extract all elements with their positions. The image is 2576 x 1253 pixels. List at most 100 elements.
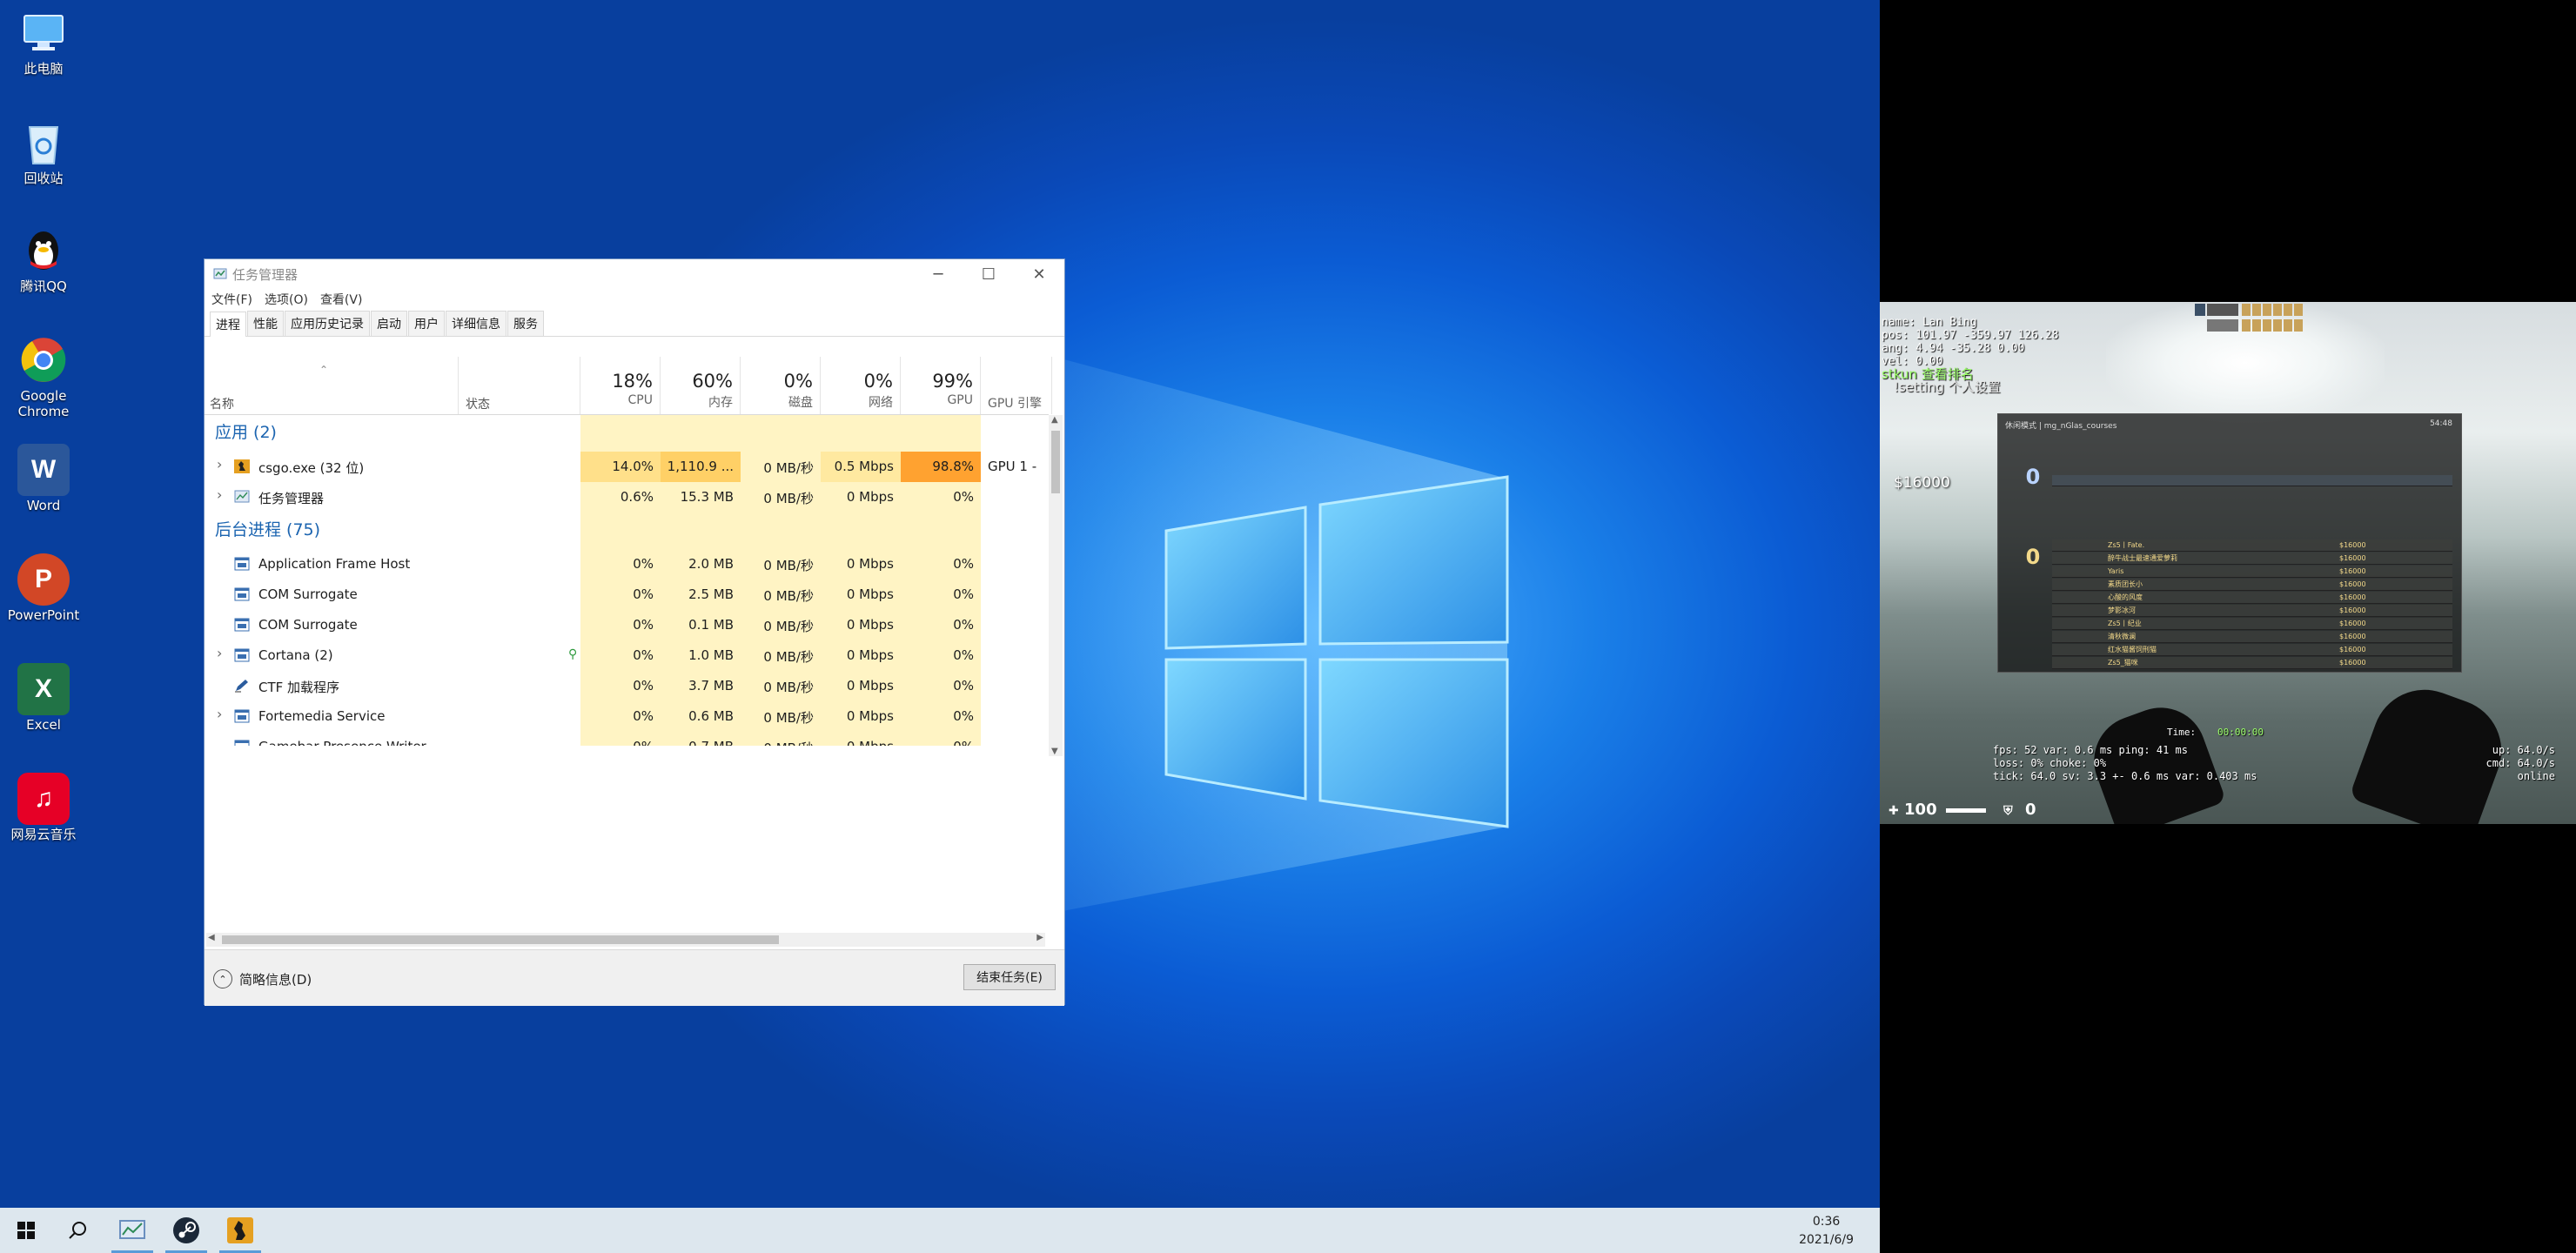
tab-services[interactable]: 服务 — [507, 311, 544, 336]
column-gpu-engine[interactable]: GPU 引擎 — [981, 357, 1052, 414]
scrollbar-thumb[interactable] — [1051, 431, 1060, 493]
process-eng-value — [981, 640, 1049, 671]
tab-app-history[interactable]: 应用历史记录 — [285, 311, 370, 336]
scoreboard-player-row[interactable]: Zs5丨纪业 $16000 — [2052, 618, 2452, 630]
expand-chevron-icon[interactable]: › — [217, 645, 222, 661]
player-money: $16000 — [2339, 606, 2366, 614]
scroll-down-icon[interactable]: ▼ — [1051, 747, 1058, 756]
task-manager-window[interactable]: 任务管理器 ─ ☐ ✕ 文件(F) 选项(O) 查看(V) 进程 性能 应用历史… — [204, 258, 1065, 1006]
player-money: $16000 — [2339, 580, 2366, 588]
scoreboard-player-row[interactable]: 心酸的风度 $16000 — [2052, 592, 2452, 604]
menu-file[interactable]: 文件(F) — [211, 291, 252, 308]
process-row[interactable]: COM Surrogate 0% 2.5 MB 0 MB/秒 0 Mbps 0% — [205, 580, 1049, 610]
close-button[interactable]: ✕ — [1014, 259, 1064, 289]
desktop-icon-chrome[interactable]: Google Chrome — [7, 334, 80, 419]
expand-chevron-icon[interactable]: › — [217, 486, 222, 503]
player-name: 心酸的风度 — [2108, 593, 2143, 601]
process-row[interactable]: › csgo.exe (32 位) 14.0% 1,110.9 ... 0 MB/秒 0.… — [205, 452, 1049, 482]
menu-view[interactable]: 查看(V) — [320, 291, 363, 308]
tab-processes[interactable]: 进程 — [210, 312, 246, 337]
tab-details[interactable]: 详细信息 — [446, 311, 506, 336]
window-icon — [234, 740, 250, 746]
recycle-bin-icon — [17, 117, 70, 169]
scoreboard-player-row[interactable]: Zs5_猫咪 $16000 — [2052, 657, 2452, 669]
menu-options[interactable]: 选项(O) — [265, 291, 308, 308]
column-header: ⌃ 名称 状态 18% CPU 60% 内存 0% 磁盘 0% 网络 99% GPU GPU 引擎 — [205, 357, 1052, 415]
fewer-details-button[interactable]: ⌃ 简略信息(D) — [213, 969, 312, 988]
process-group-header[interactable]: 后台进程 (75) — [205, 513, 1049, 543]
process-eng-value — [981, 732, 1049, 746]
column-gpu[interactable]: 99% GPU — [901, 357, 981, 414]
taskbar-task-manager[interactable] — [106, 1208, 158, 1253]
process-group-header[interactable]: 应用 (2) — [205, 415, 1049, 446]
column-name[interactable] — [205, 357, 459, 414]
process-mem-value: 0.7 MB — [661, 732, 741, 746]
desktop-icon-label: PowerPoint — [7, 607, 80, 623]
desktop-icon-powerpoint[interactable]: P PowerPoint — [7, 553, 80, 623]
desktop-icon-qq[interactable]: 腾讯QQ — [7, 224, 80, 294]
taskbar-steam[interactable] — [160, 1208, 212, 1253]
column-memory[interactable]: 60% 内存 — [661, 357, 741, 414]
scoreboard-player-row[interactable]: 红水猫酱饲刑猫 $16000 — [2052, 644, 2452, 656]
column-status-label: 状态 — [466, 398, 490, 412]
scrollbar-thumb[interactable] — [222, 935, 779, 944]
csgo-icon — [234, 459, 250, 473]
process-eng-value — [981, 482, 1049, 513]
maximize-button[interactable]: ☐ — [963, 259, 1014, 289]
desktop-icon-recycle-bin[interactable]: 回收站 — [7, 117, 80, 186]
search-button[interactable] — [52, 1208, 104, 1253]
scoreboard-player-row[interactable]: 醉牛战士最速通爱萝莉 $16000 — [2052, 553, 2452, 565]
hud-line: name: Lan Bing — [1882, 316, 1977, 329]
process-row[interactable]: Application Frame Host 0% 2.0 MB 0 MB/秒 0 Mb… — [205, 549, 1049, 580]
system-clock[interactable]: 0:36 2021/6/9 — [1799, 1213, 1854, 1250]
process-row[interactable]: › Fortemedia Service 0% 0.6 MB 0 MB/秒 0 Mbps 0… — [205, 701, 1049, 732]
desktop-icon-excel[interactable]: X Excel — [7, 663, 80, 733]
expand-chevron-icon[interactable]: › — [217, 706, 222, 722]
desktop-icon-word[interactable]: W Word — [7, 444, 80, 513]
csgo-game-window[interactable]: name: Lan Bing pos: 101.97 -359.97 126.2… — [1880, 302, 2576, 824]
horizontal-scrollbar[interactable]: ◀ ▶ — [206, 933, 1045, 947]
process-row[interactable]: › 任务管理器 0.6% 15.3 MB 0 MB/秒 0 Mbps 0% — [205, 482, 1049, 513]
desktop-icon-netease-music[interactable]: ♫ 网易云音乐 — [7, 773, 80, 842]
vertical-scrollbar[interactable]: ▲ ▼ — [1049, 415, 1063, 756]
process-row[interactable]: CTF 加载程序 0% 3.7 MB 0 MB/秒 0 Mbps 0% — [205, 671, 1049, 701]
scroll-right-icon[interactable]: ▶ — [1036, 933, 1043, 942]
process-cpu-value: 0% — [633, 586, 654, 602]
scoreboard-player-row[interactable]: 梦影冰河 $16000 — [2052, 605, 2452, 617]
tab-performance[interactable]: 性能 — [247, 311, 284, 336]
scoreboard-player-row[interactable]: 清秋微澜 $16000 — [2052, 631, 2452, 643]
tab-users[interactable]: 用户 — [408, 311, 445, 336]
taskbar-csgo[interactable] — [214, 1208, 266, 1253]
end-task-button[interactable]: 结束任务(E) — [963, 964, 1056, 990]
tab-startup[interactable]: 启动 — [371, 311, 407, 336]
desktop-icon-this-pc[interactable]: 此电脑 — [7, 7, 80, 77]
start-button[interactable] — [0, 1208, 52, 1253]
window-title: 任务管理器 — [232, 266, 299, 283]
desktop-icon-label: Word — [26, 498, 61, 513]
column-disk[interactable]: 0% 磁盘 — [741, 357, 821, 414]
taskbar: 0:36 2021/6/9 — [0, 1208, 1880, 1253]
process-gpu-value: 98.8% — [901, 452, 981, 482]
minimize-button[interactable]: ─ — [913, 259, 963, 289]
scoreboard-player-row[interactable]: Yaris $16000 — [2052, 566, 2452, 578]
process-gpu-value: 0% — [953, 617, 974, 633]
scroll-left-icon[interactable]: ◀ — [208, 933, 215, 942]
process-name: Fortemedia Service — [258, 708, 386, 724]
scroll-up-icon[interactable]: ▲ — [1051, 415, 1058, 425]
expand-chevron-icon[interactable]: › — [217, 456, 222, 472]
scoreboard-player-row[interactable]: Zs5丨Fate. $16000 — [2052, 539, 2452, 552]
process-eng-value — [981, 549, 1049, 580]
process-row[interactable]: Gamebar Presence Writer0%0.7 MB0 MB/秒0 M… — [205, 732, 1049, 746]
column-cpu[interactable]: 18% CPU — [580, 357, 661, 414]
fewer-details-label: 简略信息(D) — [239, 971, 312, 988]
scoreboard-player-row[interactable]: 素质团长小 $16000 — [2052, 579, 2452, 591]
process-row[interactable]: COM Surrogate 0% 0.1 MB 0 MB/秒 0 Mbps 0% — [205, 610, 1049, 640]
column-gpu-label: GPU — [947, 393, 973, 407]
scoreboard[interactable]: 休闲模式 | mg_nGlas_courses 54:48 0 0 Zs5丨Fa… — [1997, 413, 2462, 673]
column-network[interactable]: 0% 网络 — [821, 357, 901, 414]
process-row[interactable]: › Cortana (2) ⚲ 0% 1.0 MB 0 MB/秒 0 Mbps 0% — [205, 640, 1049, 671]
process-cpu-value: 0% — [633, 556, 654, 572]
ctf-loader-icon — [235, 680, 248, 693]
windows-wallpaper-beam — [957, 331, 1509, 931]
desktop-icon-label: 腾讯QQ — [20, 278, 67, 294]
